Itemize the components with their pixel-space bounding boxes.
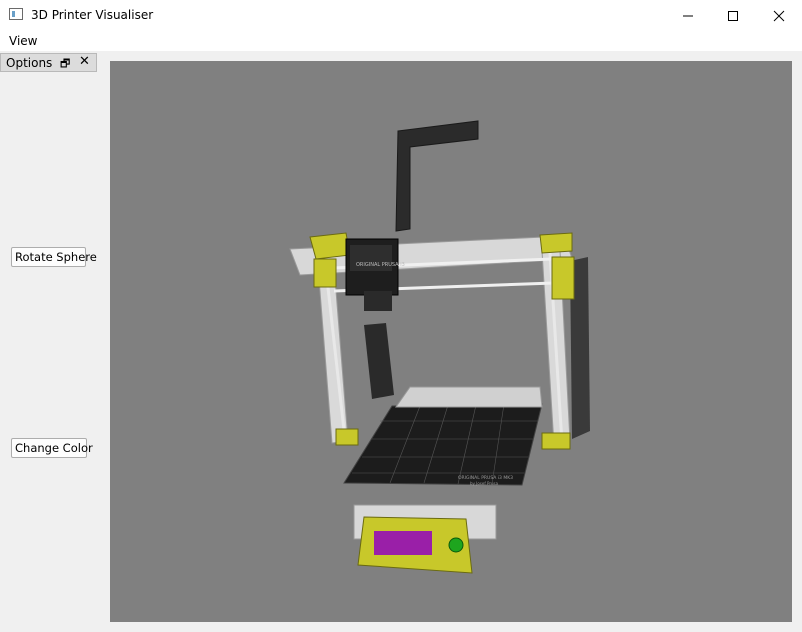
dock-close-icon[interactable]: ✕ [79, 54, 90, 69]
app-icon [9, 8, 23, 20]
nozzle-brand: ORIGINAL PRUSA i3 [356, 262, 405, 268]
dock-title: Options [6, 56, 53, 70]
spool-holder [395, 120, 479, 232]
close-icon [773, 10, 785, 21]
yellow-part-right-mid [551, 256, 575, 300]
close-button[interactable] [756, 0, 802, 31]
minimize-icon [683, 15, 693, 16]
title-bar: 3D Printer Visualiser [0, 0, 802, 31]
bed-sub: by Josef Prusa [470, 481, 499, 486]
yellow-part-left-mid [313, 258, 337, 288]
change-color-button[interactable]: Change Color [11, 438, 93, 458]
printer-model: ORIGINAL PRUSA i3 ORIGINAL PRUSA i3 MK3 … [289, 120, 590, 574]
dock-header: Options 🗗 ✕ [0, 53, 97, 72]
options-panel: Rotate Sphere Change Color [0, 72, 97, 627]
window-title: 3D Printer Visualiser [31, 8, 154, 22]
lcd-display [374, 531, 432, 555]
yellow-part-bottom-right [541, 432, 571, 450]
menu-bar: View [0, 31, 802, 51]
electronics-box [364, 323, 394, 399]
maximize-button[interactable] [710, 0, 756, 31]
minimize-button[interactable] [665, 0, 711, 31]
window-bottom-edge [0, 628, 802, 632]
menu-view[interactable]: View [9, 34, 37, 48]
3d-viewport[interactable]: ORIGINAL PRUSA i3 ORIGINAL PRUSA i3 MK3 … [110, 61, 792, 622]
yellow-part-bottom-left [335, 428, 359, 446]
rotate-sphere-button[interactable]: Rotate Sphere [11, 247, 97, 267]
yellow-part-top-left [309, 232, 351, 260]
lcd-knob [448, 537, 464, 553]
maximize-icon [728, 10, 738, 21]
yellow-part-top-right [539, 232, 573, 254]
